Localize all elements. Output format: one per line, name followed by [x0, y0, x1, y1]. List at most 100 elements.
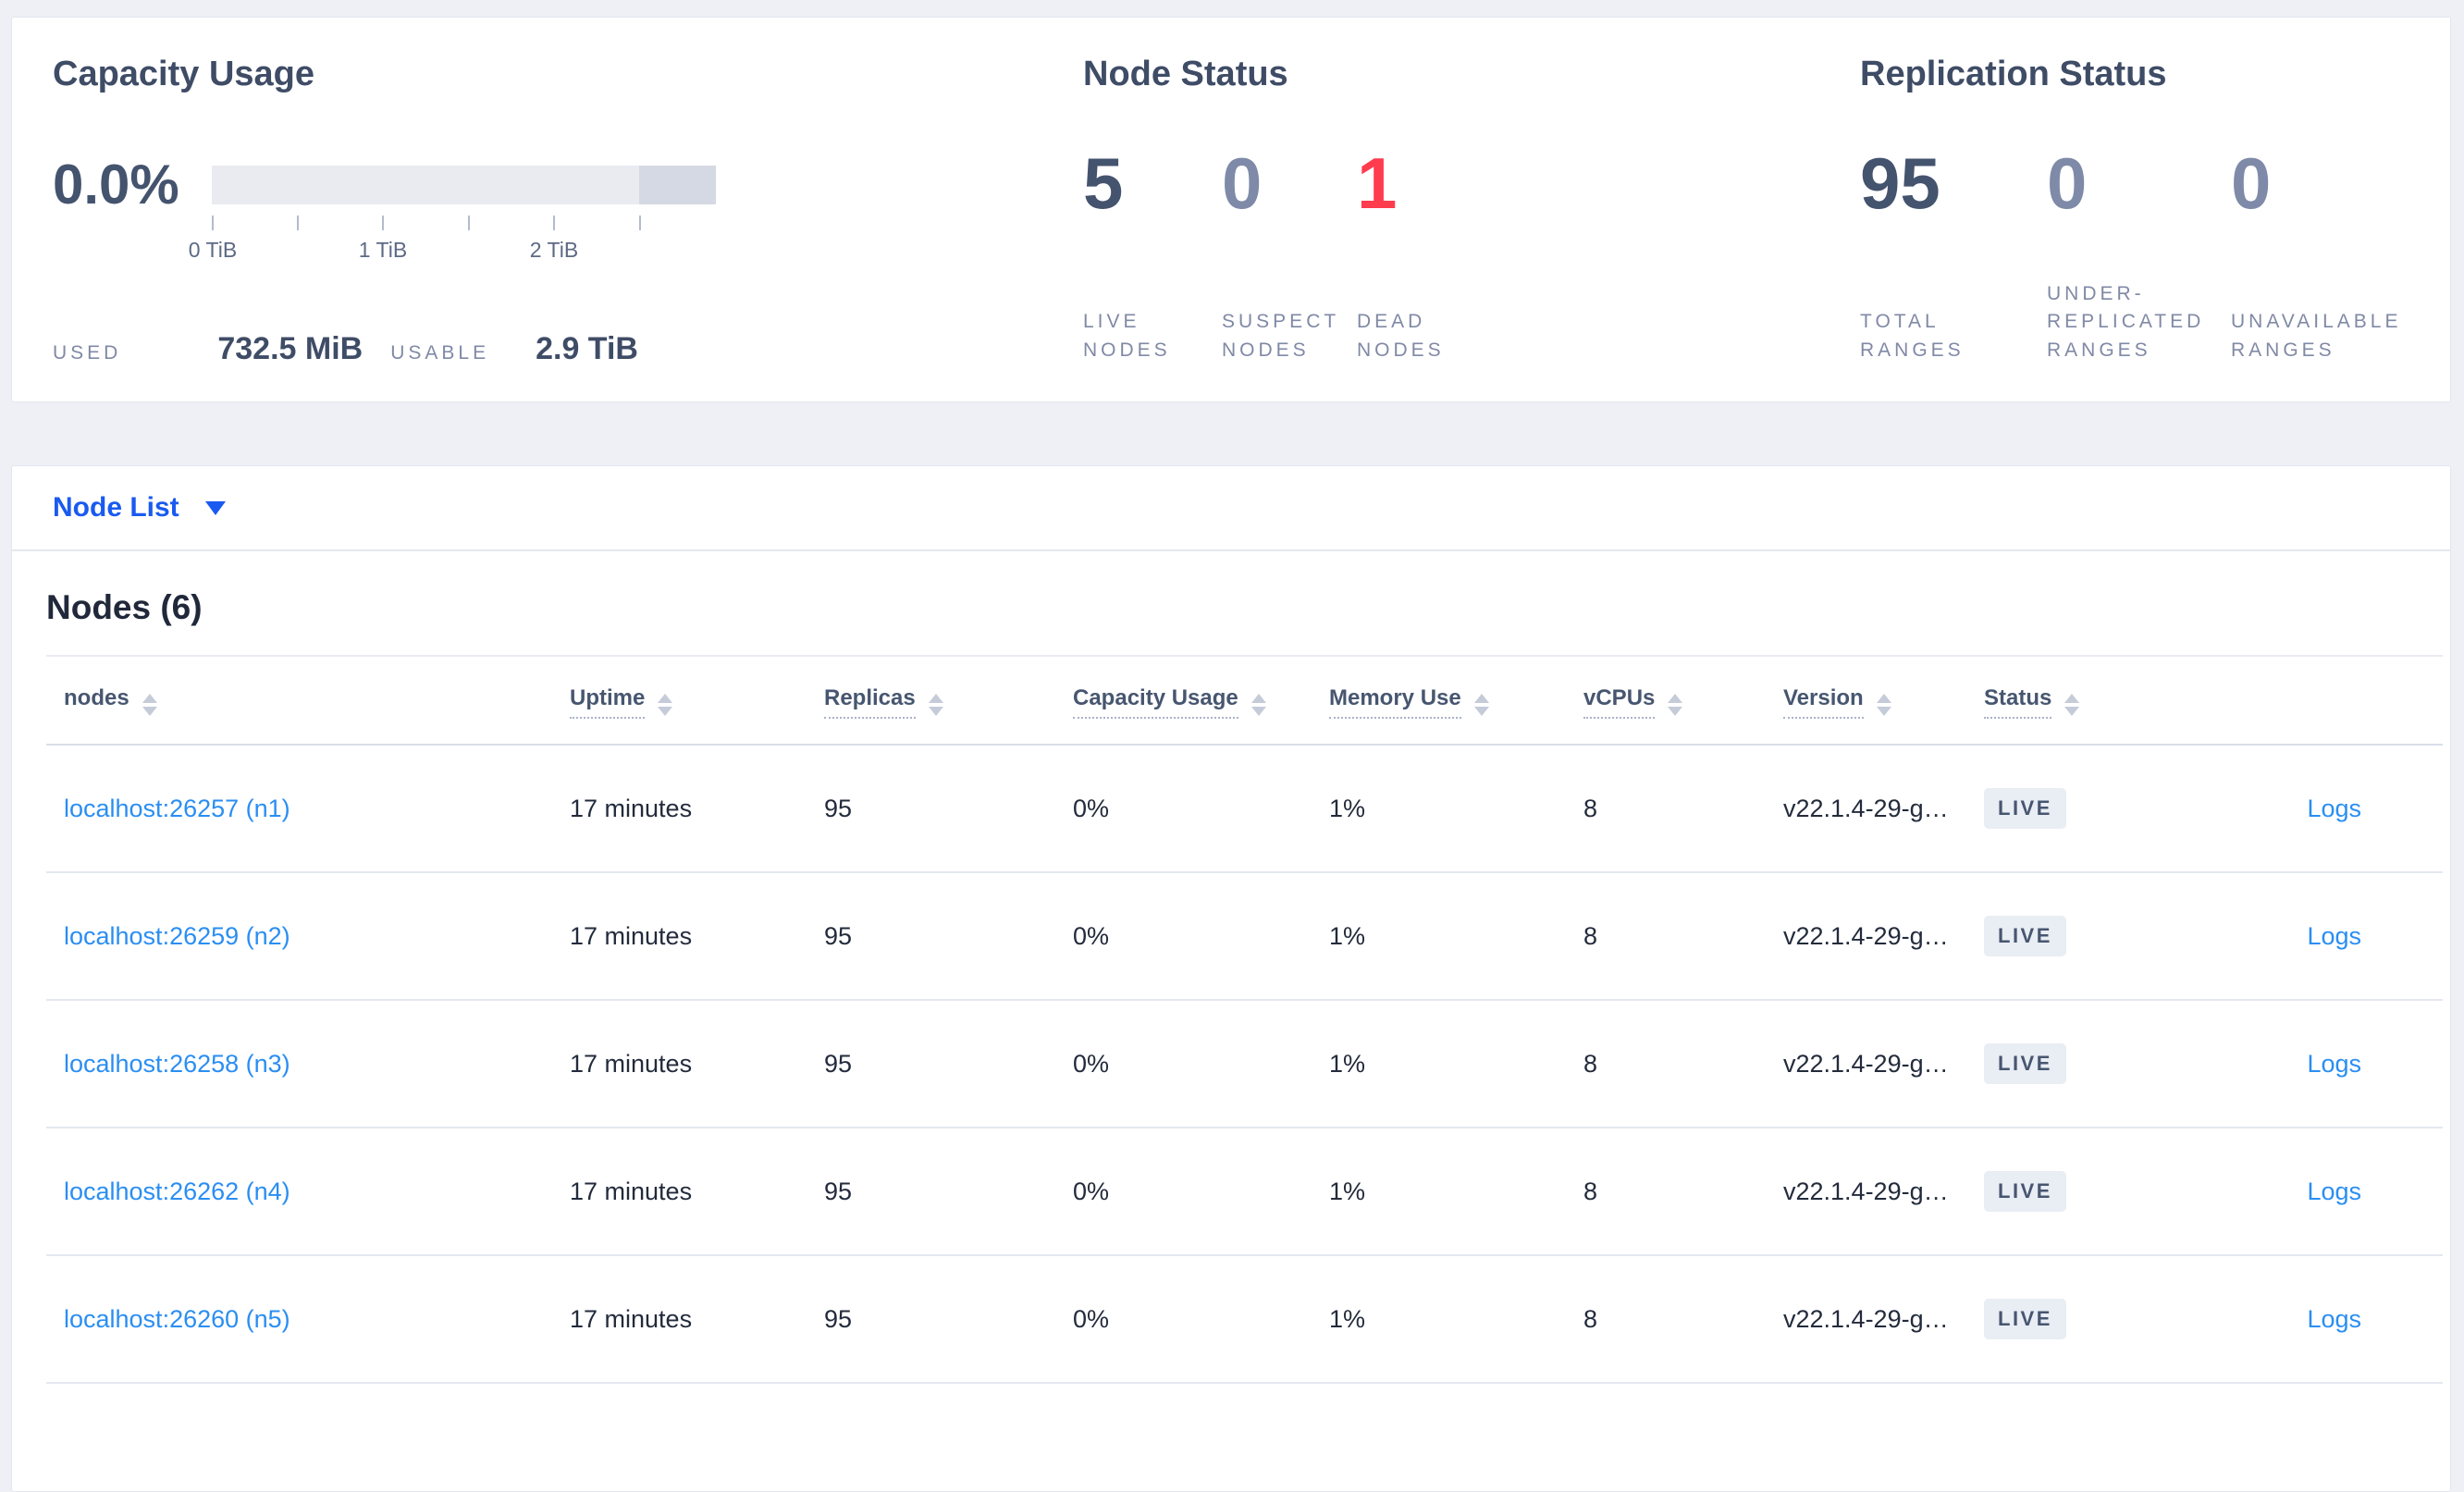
replicas-cell: 95 — [807, 1128, 1055, 1256]
node-link[interactable]: localhost:26259 (n2) — [64, 922, 290, 950]
column-header-replicas[interactable]: Replicas — [807, 656, 1055, 746]
stat-label: DEAD NODES — [1357, 311, 1445, 361]
column-header-memory-use[interactable]: Memory Use — [1312, 656, 1566, 746]
axis-label: 2 TiB — [529, 238, 579, 262]
logs-link[interactable]: Logs — [2307, 1050, 2361, 1078]
node-status-stats: 5 LIVE NODES 0 SUSPECT NODES 1 DEAD NODE… — [1083, 147, 1514, 364]
node-list-dropdown[interactable]: Node List — [53, 492, 226, 524]
column-header-uptime[interactable]: Uptime — [552, 656, 807, 746]
column-header-status[interactable]: Status — [1966, 656, 2174, 746]
table-row: localhost:26259 (n2) 17 minutes 95 0% 1%… — [46, 872, 2443, 1001]
sort-icon — [1668, 693, 1683, 716]
replication-status-panel: Replication Status 95 TOTAL RANGES 0 UND… — [1860, 18, 2452, 401]
node-list-card: Node List Nodes (6) nodes Uptime Replica… — [11, 465, 2451, 1492]
replication-status-title: Replication Status — [1860, 55, 2167, 93]
logs-cell: Logs — [2174, 1128, 2443, 1256]
vcpus-cell: 8 — [1566, 745, 1766, 873]
view-selector-bar: Node List — [12, 466, 2450, 551]
axis-tick — [212, 216, 214, 230]
memory-use-cell: 1% — [1312, 1000, 1566, 1128]
status-cell: LIVE — [1966, 1128, 2174, 1256]
node-status-stat: 0 SUSPECT NODES — [1222, 147, 1357, 364]
column-header-version[interactable]: Version — [1766, 656, 1966, 746]
memory-use-cell: 1% — [1312, 1128, 1566, 1256]
capacity-bar-track — [212, 166, 716, 204]
version-cell: v22.1.4-29-g… — [1766, 1000, 1966, 1128]
stat-value: 0 — [1222, 142, 1263, 224]
sort-icon — [658, 693, 673, 716]
stat-label: SUSPECT NODES — [1222, 311, 1339, 361]
replication-stat: 0 UNAVAILABLE RANGES — [2231, 147, 2452, 364]
stat-value: 1 — [1357, 142, 1398, 224]
column-label: Status — [1984, 684, 2052, 719]
usable-value: 2.9 TiB — [536, 331, 638, 366]
status-badge: LIVE — [1984, 1299, 2066, 1339]
used-label: USED — [53, 342, 122, 364]
column-label: Memory Use — [1329, 684, 1461, 719]
sort-icon — [1876, 693, 1891, 716]
stat-value: 0 — [2047, 142, 2088, 224]
capacity-bar-chart: 0 TiB 1 TiB 2 TiB — [189, 166, 730, 265]
status-cell: LIVE — [1966, 745, 2174, 873]
capacity-axis-labels: 0 TiB 1 TiB 2 TiB — [189, 238, 730, 265]
axis-tick — [468, 216, 470, 230]
capacity-used-summary: USED 732.5 MiB USABLE 2.9 TiB — [53, 331, 638, 367]
logs-link[interactable]: Logs — [2307, 795, 2361, 822]
node-status-stat: 5 LIVE NODES — [1083, 147, 1222, 364]
nodes-table: nodes Uptime Replicas Capacity Usage Mem… — [46, 655, 2443, 1384]
axis-tick — [297, 216, 299, 230]
stat-label: TOTAL RANGES — [1860, 311, 1965, 361]
sort-icon — [928, 693, 943, 716]
capacity-percent-value: 0.0% — [53, 154, 179, 216]
node-link[interactable]: localhost:26260 (n5) — [64, 1305, 290, 1333]
chevron-down-icon — [204, 500, 226, 515]
column-header-nodes[interactable]: nodes — [46, 656, 552, 746]
axis-label: 1 TiB — [358, 238, 408, 262]
stat-label: LIVE NODES — [1083, 311, 1171, 361]
cluster-overview-page: { "colors": { "link_blue": "#2a8ef2", "s… — [0, 0, 2464, 1492]
node-link[interactable]: localhost:26257 (n1) — [64, 795, 290, 822]
node-status-stat: 1 DEAD NODES — [1357, 147, 1514, 364]
capacity-usage-cell: 0% — [1055, 1128, 1312, 1256]
column-label: vCPUs — [1583, 684, 1656, 719]
column-header-capacity-usage[interactable]: Capacity Usage — [1055, 656, 1312, 746]
node-link[interactable]: localhost:26258 (n3) — [64, 1050, 290, 1078]
stat-value: 0 — [2231, 142, 2272, 224]
memory-use-cell: 1% — [1312, 745, 1566, 873]
stat-value: 95 — [1860, 142, 1940, 224]
column-label: Uptime — [570, 684, 646, 719]
capacity-usage-cell: 0% — [1055, 1000, 1312, 1128]
logs-link[interactable]: Logs — [2307, 1305, 2361, 1333]
sort-icon — [2064, 693, 2080, 716]
node-link[interactable]: localhost:26262 (n4) — [64, 1178, 290, 1205]
logs-cell: Logs — [2174, 1255, 2443, 1384]
capacity-usage-cell: 0% — [1055, 1255, 1312, 1384]
capacity-usage-cell: 0% — [1055, 745, 1312, 873]
axis-tick — [553, 216, 555, 230]
uptime-cell: 17 minutes — [552, 745, 807, 873]
used-value: 732.5 MiB — [217, 331, 363, 366]
axis-label: 0 TiB — [188, 238, 238, 262]
logs-cell: Logs — [2174, 872, 2443, 1001]
column-label: Version — [1783, 684, 1864, 719]
status-cell: LIVE — [1966, 1000, 2174, 1128]
column-label: nodes — [64, 684, 129, 710]
replicas-cell: 95 — [807, 1000, 1055, 1128]
replicas-cell: 95 — [807, 872, 1055, 1001]
replication-stat: 95 TOTAL RANGES — [1860, 147, 2047, 364]
stat-label: UNAVAILABLE RANGES — [2231, 311, 2402, 361]
table-row: localhost:26260 (n5) 17 minutes 95 0% 1%… — [46, 1255, 2443, 1384]
column-header-vcpus[interactable]: vCPUs — [1566, 656, 1766, 746]
uptime-cell: 17 minutes — [552, 1000, 807, 1128]
axis-tick — [639, 216, 641, 230]
axis-tick — [382, 216, 384, 230]
logs-link[interactable]: Logs — [2307, 1178, 2361, 1205]
nodes-table-title: Nodes (6) — [46, 588, 203, 626]
version-cell: v22.1.4-29-g… — [1766, 872, 1966, 1001]
column-header-logs — [2174, 656, 2443, 746]
replication-stat: 0 UNDER-REPLICATED RANGES — [2047, 147, 2231, 364]
status-cell: LIVE — [1966, 1255, 2174, 1384]
status-badge: LIVE — [1984, 1043, 2066, 1084]
logs-link[interactable]: Logs — [2307, 922, 2361, 950]
table-row: localhost:26257 (n1) 17 minutes 95 0% 1%… — [46, 745, 2443, 873]
